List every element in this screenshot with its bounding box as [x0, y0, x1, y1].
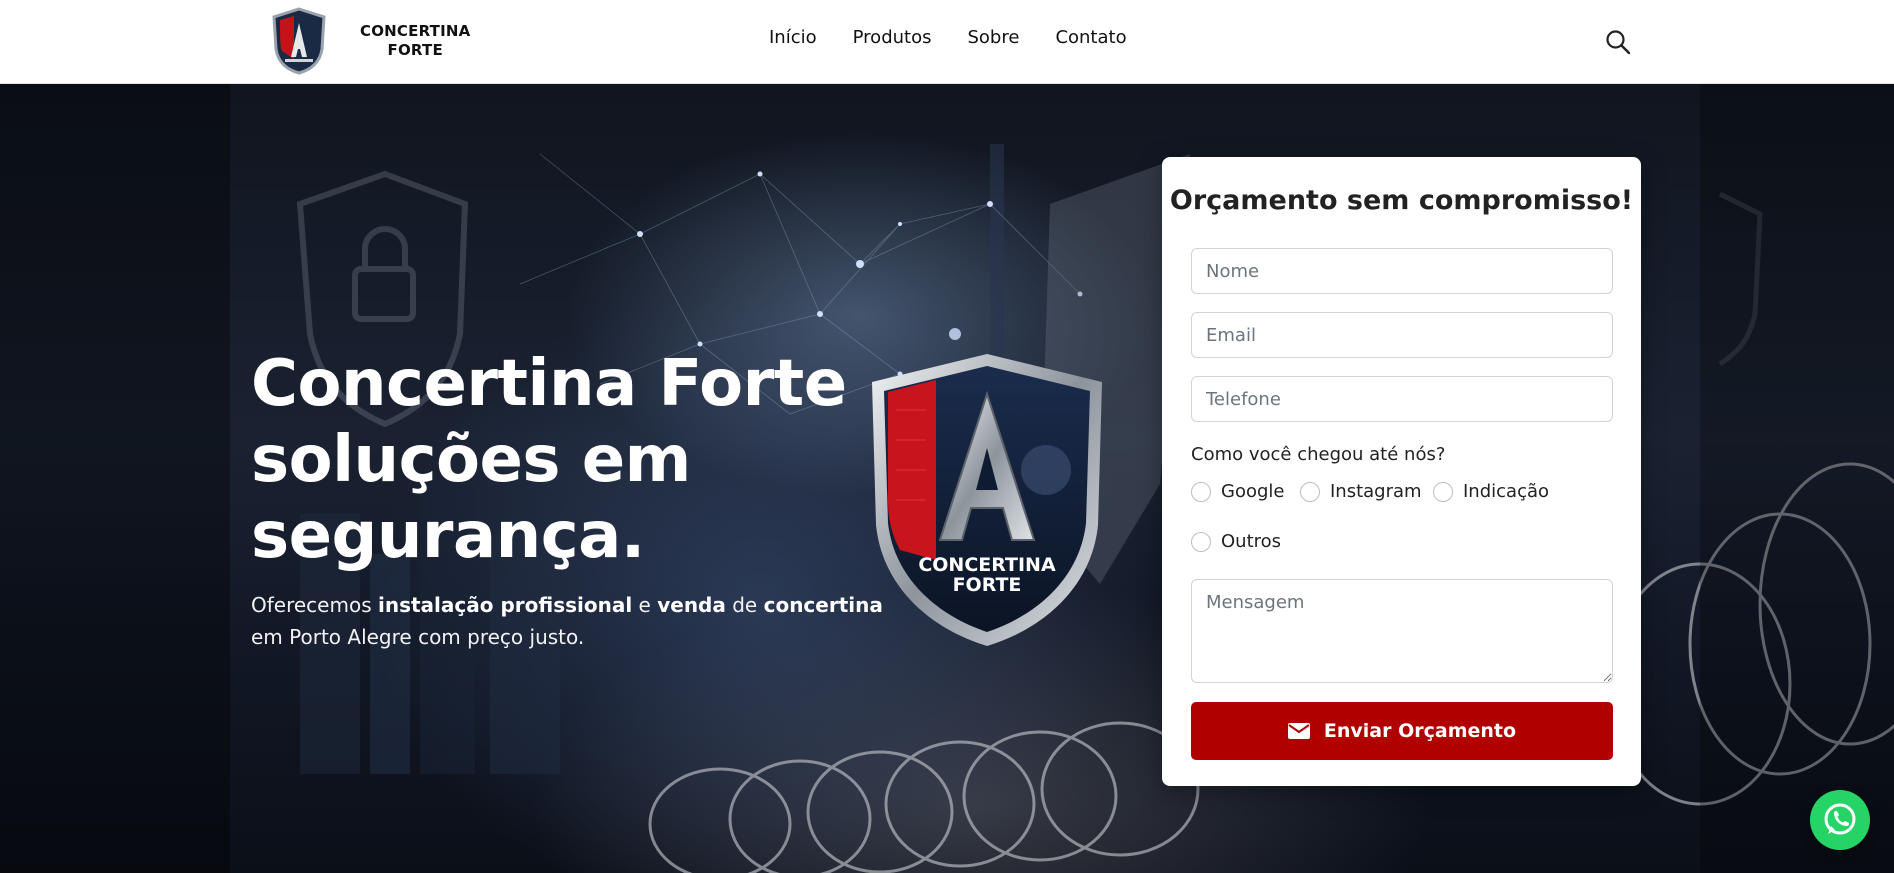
nav-contato[interactable]: Contato [1055, 26, 1126, 50]
hero-title-line-3: segurança. [251, 499, 645, 573]
brand[interactable]: CONCERTINA FORTE [270, 6, 470, 76]
shield-logo-line-2: FORTE [953, 574, 1022, 596]
brand-line-2: FORTE [387, 41, 443, 59]
nome-input[interactable] [1191, 248, 1613, 294]
nav-produtos[interactable]: Produtos [853, 26, 932, 50]
brand-line-1: CONCERTINA [360, 22, 471, 40]
hero-shield-logo: CONCERTINA FORTE [872, 354, 1102, 646]
radio-google-label: Google [1221, 481, 1285, 502]
enviar-orcamento-button[interactable]: Enviar Orçamento [1191, 702, 1613, 760]
brand-name: CONCERTINA FORTE [360, 22, 470, 60]
radio-instagram-circle[interactable] [1300, 481, 1320, 502]
main-nav: Início Produtos Sobre Contato [769, 26, 1163, 50]
site-header: CONCERTINA FORTE Início Produtos Sobre C… [0, 0, 1894, 84]
hero-title-line-1: Concertina Forte [251, 347, 847, 421]
telefone-input[interactable] [1191, 376, 1613, 422]
radio-indicacao-circle[interactable] [1433, 481, 1453, 502]
shield-logo-line-1: CONCERTINA [918, 554, 1056, 576]
radio-indicacao[interactable]: Indicação [1433, 481, 1549, 502]
radio-outros-circle[interactable] [1191, 531, 1211, 552]
hero-sub-text-2: e [632, 593, 658, 617]
hero-title: Concertina Forte soluções em segurança. [251, 346, 871, 574]
hero-subtitle: Oferecemos instalação profissional e ven… [251, 589, 891, 653]
radio-instagram-label: Instagram [1330, 481, 1422, 502]
hero-title-line-2: soluções em [251, 423, 691, 497]
nav-sobre[interactable]: Sobre [967, 26, 1019, 50]
hero-sub-bold-3: concertina [763, 593, 883, 617]
envelope-icon [1287, 723, 1310, 739]
form-title: Orçamento sem compromisso! [1169, 185, 1634, 216]
whatsapp-glyph [1824, 803, 1856, 835]
radio-google-circle[interactable] [1191, 481, 1211, 502]
email-input[interactable] [1191, 312, 1613, 358]
hero-sub-bold-2: venda [657, 593, 726, 617]
radio-outros[interactable]: Outros [1191, 531, 1281, 552]
radio-indicacao-label: Indicação [1463, 481, 1550, 502]
nav-inicio[interactable]: Início [769, 26, 817, 50]
quote-form: Orçamento sem compromisso! Como você che… [1162, 157, 1641, 786]
whatsapp-icon[interactable] [1810, 790, 1870, 850]
search-icon[interactable] [1604, 28, 1632, 56]
brand-logo [272, 7, 326, 75]
radio-instagram[interactable]: Instagram [1300, 481, 1422, 502]
hero-sub-bold-1: instalação profissional [377, 593, 633, 617]
hero-sub-text-4: em Porto Alegre com preço justo. [251, 625, 585, 649]
hero-sub-text-1: Oferecemos [251, 593, 378, 617]
mensagem-textarea[interactable] [1191, 579, 1613, 683]
hero-section: Concertina Forte soluções em segurança. … [0, 84, 1894, 873]
radio-google[interactable]: Google [1191, 481, 1284, 502]
submit-label: Enviar Orçamento [1323, 720, 1517, 742]
hero-sub-text-3: de [725, 593, 764, 617]
radio-outros-label: Outros [1221, 531, 1282, 552]
source-question-label: Como você chegou até nós? [1191, 444, 1446, 465]
